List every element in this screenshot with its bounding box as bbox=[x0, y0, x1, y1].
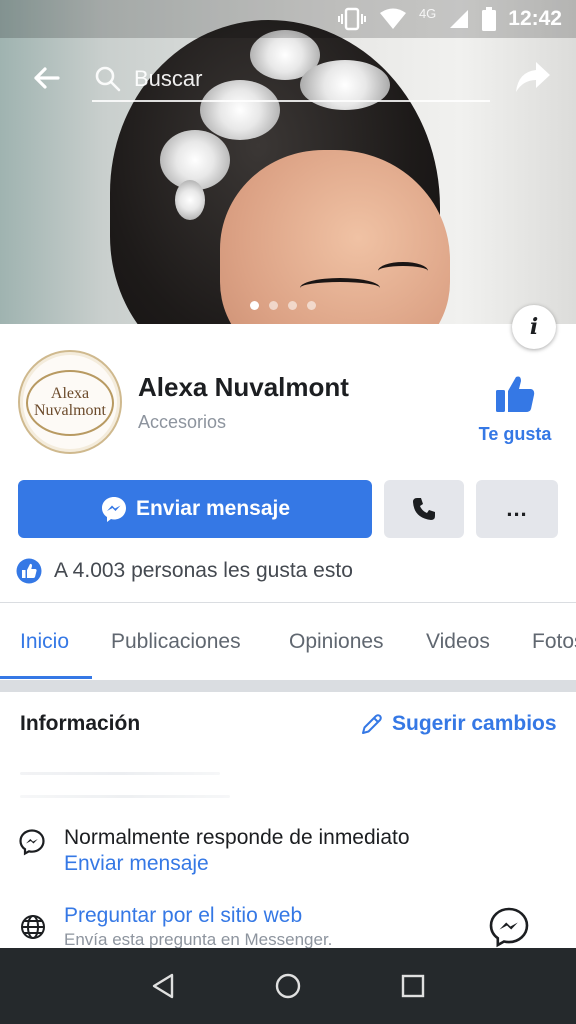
active-tab-indicator bbox=[0, 676, 92, 679]
page-logo-avatar[interactable]: Alexa Nuvalmont bbox=[18, 350, 122, 454]
page-category[interactable]: Accesorios bbox=[138, 412, 226, 433]
likes-summary[interactable]: A 4.003 personas les gusta esto bbox=[16, 556, 353, 586]
back-arrow-icon bbox=[34, 67, 60, 89]
send-message-button[interactable]: Enviar mensaje bbox=[18, 480, 372, 538]
signal-icon bbox=[450, 10, 469, 28]
ask-website-link[interactable]: Preguntar por el sitio web bbox=[64, 904, 302, 928]
section-separator bbox=[0, 680, 576, 692]
search-icon bbox=[95, 66, 121, 92]
clock: 12:42 bbox=[508, 7, 562, 30]
like-page-button[interactable]: Te gusta bbox=[470, 374, 560, 454]
share-icon bbox=[516, 62, 550, 92]
like-page-label: Te gusta bbox=[478, 424, 552, 444]
tab-opiniones[interactable]: Opiniones bbox=[289, 630, 384, 654]
wifi-icon bbox=[379, 8, 406, 29]
status-bar: 4G 12:42 bbox=[0, 0, 576, 38]
circle-home-icon bbox=[275, 973, 301, 999]
carousel-dots bbox=[250, 301, 316, 310]
info-icon: i bbox=[529, 314, 539, 340]
tab-fotos[interactable]: Fotos bbox=[532, 630, 576, 654]
carousel-dot[interactable] bbox=[269, 301, 278, 310]
nav-recents-button[interactable] bbox=[393, 966, 433, 1006]
logo-text-line2: Nuvalmont bbox=[34, 402, 106, 419]
thumbs-up-icon bbox=[496, 376, 535, 412]
network-type: 4G bbox=[418, 5, 437, 21]
like-badge-icon bbox=[16, 558, 42, 584]
tab-publicaciones[interactable]: Publicaciones bbox=[111, 630, 241, 654]
page-title: Alexa Nuvalmont bbox=[138, 372, 349, 402]
tab-bar: Inicio Publicaciones Opiniones Videos Fo… bbox=[0, 604, 576, 680]
globe-icon bbox=[21, 915, 45, 939]
share-button[interactable] bbox=[510, 54, 556, 100]
vibrate-icon bbox=[337, 7, 366, 31]
ask-website-subtext: Envía esta pregunta en Messenger. bbox=[64, 930, 333, 949]
send-message-link[interactable]: Enviar mensaje bbox=[64, 852, 209, 876]
tab-inicio[interactable]: Inicio bbox=[20, 630, 69, 654]
search-input[interactable]: Buscar bbox=[92, 58, 490, 102]
send-message-label: Enviar mensaje bbox=[135, 497, 291, 520]
messenger-icon bbox=[101, 497, 126, 522]
triangle-back-icon bbox=[152, 973, 173, 999]
cover-eye-shape bbox=[300, 278, 380, 298]
nav-home-button[interactable] bbox=[268, 966, 308, 1006]
faint-text-line bbox=[20, 795, 230, 798]
tab-videos[interactable]: Videos bbox=[426, 630, 490, 654]
square-recents-icon bbox=[402, 974, 425, 998]
carousel-dot[interactable] bbox=[250, 301, 259, 310]
system-nav-bar bbox=[0, 948, 576, 1024]
phone-icon bbox=[413, 498, 435, 520]
call-button[interactable] bbox=[384, 480, 464, 538]
info-section-title: Información bbox=[20, 712, 141, 735]
suggest-edits-button[interactable]: Sugerir cambios bbox=[360, 712, 557, 736]
info-button[interactable]: i bbox=[512, 305, 556, 349]
logo-text-line1: Alexa bbox=[50, 385, 90, 402]
faint-text-line bbox=[20, 772, 220, 775]
search-placeholder: Buscar bbox=[134, 66, 203, 91]
more-options-button[interactable]: ... bbox=[476, 480, 558, 538]
messenger-icon[interactable] bbox=[488, 906, 530, 948]
cover-eye-shape bbox=[378, 262, 428, 280]
likes-count-text: A 4.003 personas les gusta esto bbox=[54, 559, 353, 582]
nav-back-button[interactable] bbox=[143, 966, 183, 1006]
headpiece-jewel bbox=[175, 180, 205, 220]
carousel-dot[interactable] bbox=[288, 301, 297, 310]
suggest-edits-label: Sugerir cambios bbox=[392, 712, 557, 735]
carousel-dot[interactable] bbox=[307, 301, 316, 310]
divider bbox=[0, 602, 576, 603]
top-nav: Buscar bbox=[0, 40, 576, 112]
messenger-outline-icon bbox=[19, 829, 45, 856]
battery-icon bbox=[482, 7, 497, 31]
response-time-text: Normalmente responde de inmediato bbox=[64, 826, 410, 849]
pencil-icon bbox=[362, 714, 382, 734]
back-button[interactable] bbox=[26, 58, 66, 98]
